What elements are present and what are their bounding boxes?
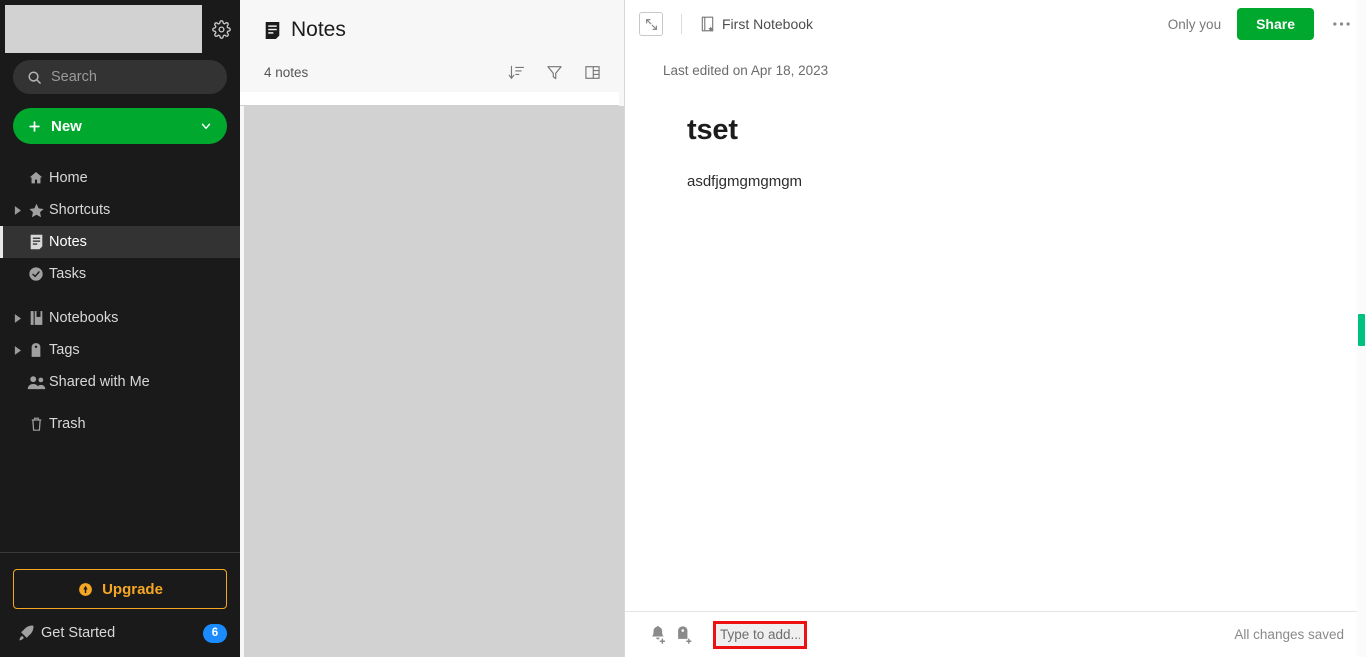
note-list-loading-placeholder (244, 106, 624, 657)
chevron-down-icon[interactable] (199, 119, 213, 133)
sidebar-divider (0, 552, 240, 553)
toolbar-divider (681, 14, 682, 34)
sidebar-item-tags[interactable]: Tags (0, 334, 240, 366)
note-icon (23, 234, 49, 250)
note-list-body (240, 92, 624, 657)
visibility-status[interactable]: Only you (1168, 17, 1221, 32)
sidebar: Search New Home Shortcuts Notes Tasks No… (0, 0, 240, 657)
nav-separator-gap (0, 290, 240, 302)
more-horizontal-icon[interactable] (1330, 13, 1352, 35)
chevron-right-icon[interactable] (11, 345, 23, 355)
notebook-star-icon (700, 16, 715, 32)
tag-icon (23, 342, 49, 358)
add-reminder-icon[interactable] (645, 622, 671, 648)
share-button[interactable]: Share (1237, 8, 1314, 40)
get-started-label: Get Started (41, 625, 116, 641)
sidebar-item-label: Home (49, 170, 88, 186)
last-edited-text: Last edited on Apr 18, 2023 (663, 62, 829, 78)
check-circle-icon (23, 266, 49, 282)
chevron-right-icon[interactable] (11, 313, 23, 323)
sidebar-item-label: Tags (49, 342, 80, 358)
sidebar-item-label: Shortcuts (49, 202, 111, 218)
note-editor-panel: First Notebook Only you Share Last edite… (625, 0, 1366, 657)
sidebar-item-label: Trash (49, 416, 86, 432)
sidebar-item-label: Tasks (49, 266, 87, 282)
editor-toolbar-right: Only you Share (1168, 8, 1352, 40)
sidebar-item-shared-with-me[interactable]: Shared with Me (0, 366, 240, 398)
editor-toolbar: First Notebook Only you Share (625, 0, 1366, 48)
sidebar-item-trash[interactable]: Trash (0, 408, 240, 440)
note-icon (264, 21, 281, 40)
notebook-selector[interactable]: First Notebook (700, 16, 813, 32)
get-started-item[interactable]: Get Started 6 (0, 609, 240, 657)
sidebar-item-label: Shared with Me (49, 374, 150, 390)
notebook-icon (23, 310, 49, 326)
app-root: Search New Home Shortcuts Notes Tasks No… (0, 0, 1366, 657)
tag-input-highlight (713, 620, 807, 649)
trash-icon (23, 416, 49, 432)
search-placeholder: Search (51, 69, 97, 85)
view-layout-icon[interactable] (582, 62, 602, 82)
note-list-subheader: 4 notes (240, 52, 624, 92)
profile-row (0, 0, 240, 58)
tag-input[interactable] (716, 623, 804, 646)
note-list-panel: Notes 4 notes (240, 0, 625, 657)
page-title: Notes (291, 18, 346, 41)
note-body[interactable]: asdfjgmgmgmgm (687, 173, 1328, 190)
note-count: 4 notes (264, 64, 309, 80)
note-title[interactable]: tset (687, 114, 1328, 147)
add-tag-icon[interactable] (671, 622, 697, 648)
editor-bottom-bar: All changes saved (625, 611, 1366, 657)
nav-separator-gap (0, 398, 240, 408)
sidebar-nav: Home Shortcuts Notes Tasks Notebooks Tag… (0, 162, 240, 440)
note-list-loading-strip (240, 92, 619, 106)
gear-icon[interactable] (208, 16, 234, 42)
sidebar-item-shortcuts[interactable]: Shortcuts (0, 194, 240, 226)
upgrade-button[interactable]: Upgrade (13, 569, 227, 609)
upgrade-button-label: Upgrade (102, 580, 163, 598)
expand-collapse-icon[interactable] (639, 12, 663, 36)
filter-icon[interactable] (544, 62, 564, 82)
sidebar-item-label: Notebooks (49, 310, 119, 326)
upgrade-badge-icon (77, 581, 94, 598)
chevron-right-icon[interactable] (11, 205, 23, 215)
rocket-icon (11, 624, 41, 642)
notebook-name: First Notebook (722, 16, 814, 32)
search-input[interactable]: Search (13, 60, 227, 94)
note-list-header: Notes (240, 0, 624, 42)
vertical-scrollbar[interactable] (1357, 0, 1366, 657)
sidebar-item-home[interactable]: Home (0, 162, 240, 194)
get-started-badge: 6 (203, 623, 227, 643)
people-icon (23, 375, 49, 390)
save-status: All changes saved (1234, 627, 1344, 642)
home-icon (23, 170, 49, 186)
note-content[interactable]: tset asdfjgmgmgmgm (625, 92, 1366, 611)
search-icon (27, 70, 42, 85)
scrollbar-thumb[interactable] (1358, 314, 1365, 346)
sidebar-item-notebooks[interactable]: Notebooks (0, 302, 240, 334)
new-button[interactable]: New (13, 108, 227, 144)
avatar[interactable] (5, 5, 202, 53)
sidebar-item-tasks[interactable]: Tasks (0, 258, 240, 290)
sidebar-item-notes[interactable]: Notes (0, 226, 240, 258)
last-edited-row: Last edited on Apr 18, 2023 (625, 48, 1366, 92)
sidebar-item-label: Notes (49, 234, 87, 250)
sort-icon[interactable] (506, 62, 526, 82)
note-list-toolbar (506, 62, 602, 82)
star-icon (23, 202, 49, 219)
new-button-label: New (51, 117, 82, 135)
plus-icon (27, 119, 42, 134)
